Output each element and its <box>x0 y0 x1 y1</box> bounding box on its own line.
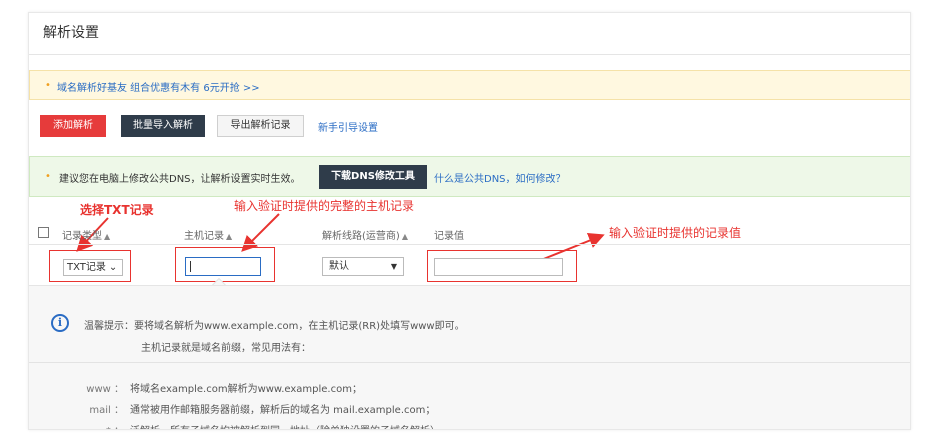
info-icon: i <box>51 314 69 332</box>
annotation-select-txt: 选择TXT记录 <box>80 203 154 217</box>
caret-down-icon: ▼ <box>390 262 397 271</box>
add-record-button[interactable]: 添加解析 <box>40 115 106 137</box>
example-value-mail: 通常被用作邮箱服务器前缀，解析后的域名为 mail.example.com； <box>130 405 436 416</box>
export-records-button[interactable]: 导出解析记录 <box>217 115 304 137</box>
tips-panel: i 温馨提示：要将域名解析为www.example.com，在主机记录(RR)处… <box>29 285 910 429</box>
public-dns-notice: • 建议您在电脑上修改公共DNS，让解析设置实时生效。 下载DNS修改工具 什么… <box>29 156 910 197</box>
select-all-checkbox[interactable] <box>38 227 49 238</box>
bullet-icon: • <box>45 171 51 182</box>
example-key-wildcard: * ： <box>29 422 124 429</box>
bullet-icon: • <box>45 80 51 91</box>
sort-icon: ▲ <box>104 232 111 241</box>
page-title: 解析设置 <box>43 25 99 41</box>
dns-notice-text: 建议您在电脑上修改公共DNS，让解析设置实时生效。 <box>59 174 301 185</box>
line-select[interactable]: 默认 ▼ <box>322 257 404 276</box>
tips-divider <box>29 362 910 363</box>
annotation-host-hint: 输入验证时提供的完整的主机记录 <box>234 199 415 213</box>
header-record-type[interactable]: 记录类型 ▲ <box>62 227 110 242</box>
sort-icon: ▲ <box>226 232 233 241</box>
tip-line-1: 温馨提示：要将域名解析为www.example.com，在主机记录(RR)处填写… <box>84 321 465 332</box>
title-divider <box>29 54 910 55</box>
host-record-input[interactable] <box>185 257 261 276</box>
beginner-guide-link[interactable]: 新手引导设置 <box>318 119 378 134</box>
download-dns-tool-button[interactable]: 下载DNS修改工具 <box>319 165 427 189</box>
example-value-wildcard: 泛解析，所有子域名均被解析到同一地址（除单独设置的子域名解析）。 <box>130 422 445 429</box>
record-type-select[interactable]: TXT记录 ⌄ <box>63 259 123 276</box>
promo-banner[interactable]: • 域名解析好基友 组合优惠有木有 6元开抢 >> <box>29 70 910 100</box>
dns-settings-panel: 解析设置 • 域名解析好基友 组合优惠有木有 6元开抢 >> 添加解析 批量导入… <box>28 12 911 430</box>
batch-import-button[interactable]: 批量导入解析 <box>121 115 205 137</box>
header-line[interactable]: 解析线路(运营商) ▲ <box>322 227 408 242</box>
table-header: 记录类型 ▲ 主机记录 ▲ 解析线路(运营商) ▲ 记录值 <box>29 219 910 245</box>
record-value-input[interactable] <box>434 258 563 276</box>
example-key-www: www ： <box>86 384 124 395</box>
example-value-www: 将域名example.com解析为www.example.com； <box>130 384 362 395</box>
promo-link[interactable]: 域名解析好基友 组合优惠有木有 6元开抢 >> <box>57 79 260 94</box>
what-is-public-dns-link[interactable]: 什么是公共DNS，如何修改？ <box>434 170 566 185</box>
chevron-down-icon: ⌄ <box>108 262 118 273</box>
sort-icon: ▲ <box>401 232 408 241</box>
header-host-record[interactable]: 主机记录 ▲ <box>184 227 232 242</box>
tip-line-2: 主机记录就是域名前缀，常见用法有： <box>141 343 311 354</box>
header-record-value: 记录值 <box>434 231 464 242</box>
example-key-mail: mail ： <box>89 405 124 416</box>
text-caret <box>190 261 191 272</box>
